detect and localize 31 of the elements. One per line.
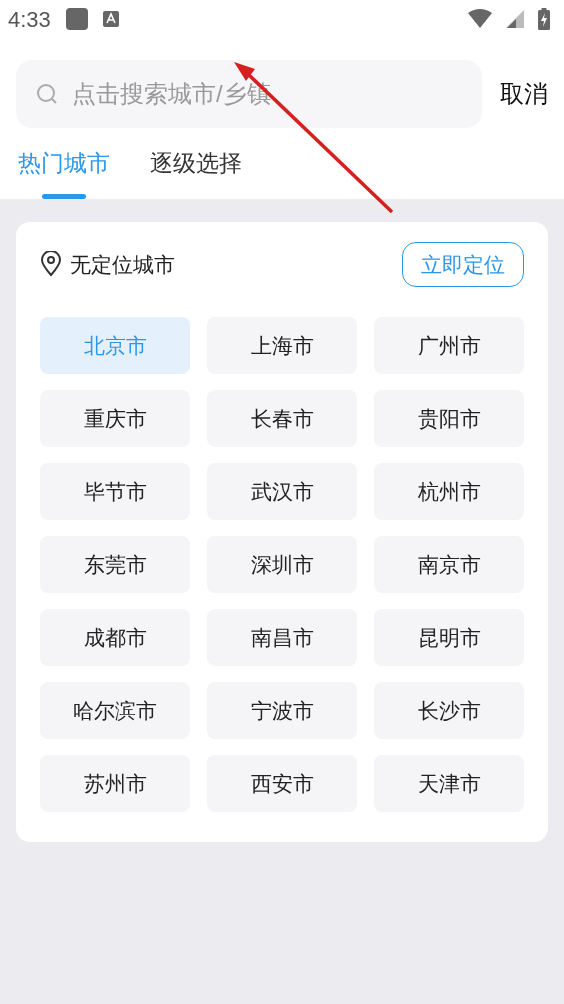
city-button[interactable]: 长春市: [207, 390, 357, 447]
location-pin-icon: [40, 251, 62, 278]
city-button[interactable]: 杭州市: [374, 463, 524, 520]
notification-icon: [64, 7, 89, 31]
city-button[interactable]: 宁波市: [207, 682, 357, 739]
status-time: 4:33: [8, 5, 51, 34]
city-button[interactable]: 昆明市: [374, 609, 524, 666]
city-button[interactable]: 贵阳市: [374, 390, 524, 447]
city-button[interactable]: 西安市: [207, 755, 357, 812]
city-button[interactable]: 重庆市: [40, 390, 190, 447]
city-button[interactable]: 广州市: [374, 317, 524, 374]
city-button[interactable]: 成都市: [40, 609, 190, 666]
location-label: 无定位城市: [70, 251, 175, 278]
city-button[interactable]: 南京市: [374, 536, 524, 593]
city-button[interactable]: 深圳市: [207, 536, 357, 593]
wifi-icon: [468, 9, 492, 29]
city-button[interactable]: 南昌市: [207, 609, 357, 666]
city-button[interactable]: 武汉市: [207, 463, 357, 520]
search-icon: [36, 83, 58, 105]
city-button[interactable]: 苏州市: [40, 755, 190, 812]
tab[interactable]: 逐级选择: [150, 142, 242, 199]
city-button[interactable]: 上海市: [207, 317, 357, 374]
battery-icon: [538, 8, 550, 30]
cancel-button[interactable]: 取消: [500, 76, 548, 112]
city-button[interactable]: 毕节市: [40, 463, 190, 520]
signal-icon: [506, 9, 524, 29]
city-button[interactable]: 哈尔滨市: [40, 682, 190, 739]
city-button[interactable]: 东莞市: [40, 536, 190, 593]
city-button[interactable]: 长沙市: [374, 682, 524, 739]
city-button[interactable]: 天津市: [374, 755, 524, 812]
keyboard-icon: [102, 11, 119, 27]
